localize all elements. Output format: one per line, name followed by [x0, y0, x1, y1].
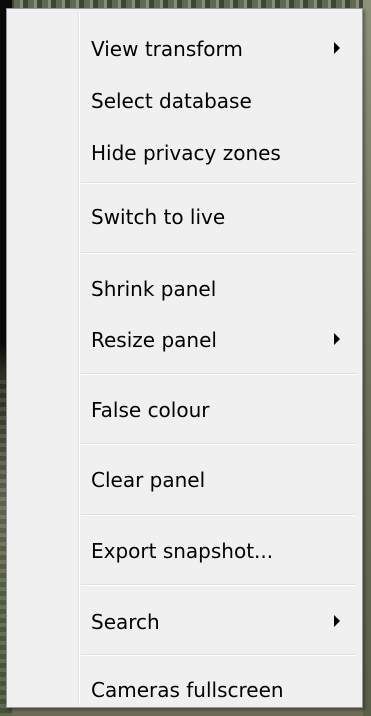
- menu-item-label: False colour: [91, 398, 210, 422]
- menu-item-label: Resize panel: [91, 328, 217, 352]
- menu-item-label: Search: [91, 610, 160, 634]
- submenu-arrow-icon: [334, 615, 340, 627]
- menu-item-clear-panel[interactable]: Clear panel: [7, 464, 362, 496]
- menu-item-cameras-fullscreen[interactable]: Cameras fullscreen: [7, 674, 362, 706]
- background-video-right: [363, 0, 371, 716]
- menu-item-label: Select database: [91, 89, 252, 113]
- menu-item-label: View transform: [91, 37, 243, 61]
- menu-item-view-transform[interactable]: View transform: [7, 33, 362, 65]
- menu-item-label: Clear panel: [91, 468, 206, 492]
- menu-separator: [81, 443, 356, 445]
- menu-item-switch-to-live[interactable]: Switch to live: [7, 201, 362, 233]
- menu-separator: [81, 373, 356, 375]
- menu-item-resize-panel[interactable]: Resize panel: [7, 324, 362, 356]
- menu-item-label: Shrink panel: [91, 277, 217, 301]
- menu-item-label: Cameras fullscreen: [91, 678, 284, 702]
- menu-item-false-colour[interactable]: False colour: [7, 394, 362, 426]
- context-menu: View transform Select database Hide priv…: [6, 8, 363, 708]
- submenu-arrow-icon: [334, 42, 340, 54]
- menu-item-label: Hide privacy zones: [91, 141, 281, 165]
- menu-separator: [81, 252, 356, 254]
- menu-item-label: Export snapshot...: [91, 539, 274, 563]
- menu-item-export-snapshot[interactable]: Export snapshot...: [7, 535, 362, 567]
- menu-separator: [81, 182, 356, 184]
- menu-item-shrink-panel[interactable]: Shrink panel: [7, 273, 362, 305]
- menu-item-hide-privacy-zones[interactable]: Hide privacy zones: [7, 137, 362, 169]
- menu-item-select-database[interactable]: Select database: [7, 85, 362, 117]
- menu-separator: [81, 654, 356, 656]
- submenu-arrow-icon: [334, 333, 340, 345]
- menu-item-label: Switch to live: [91, 205, 226, 229]
- menu-separator: [81, 584, 356, 586]
- menu-item-search[interactable]: Search: [7, 606, 362, 638]
- menu-separator: [81, 514, 356, 516]
